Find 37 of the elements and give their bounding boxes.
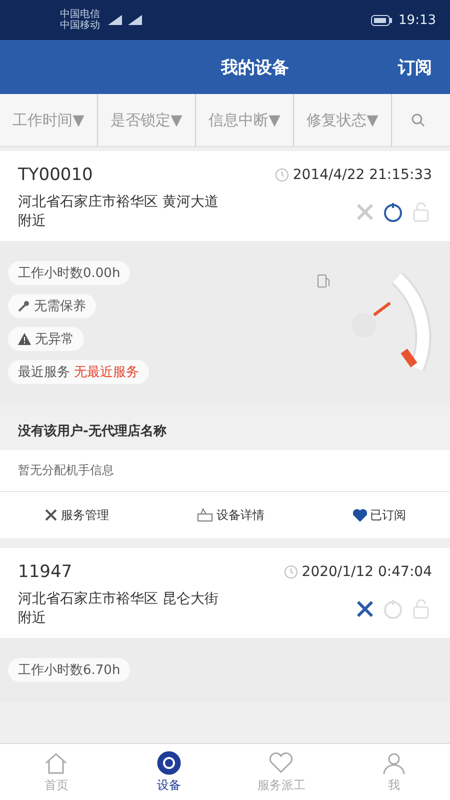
device-id: TY00010 bbox=[18, 165, 94, 185]
device-address: 河北省石家庄市裕华区 昆仑大街附近 bbox=[18, 590, 220, 628]
wrench-icon bbox=[18, 300, 30, 312]
page-title: 我的设备 bbox=[221, 56, 289, 78]
battery-icon bbox=[370, 14, 393, 26]
gear-icon bbox=[156, 750, 182, 774]
carrier-name: 中国电信 bbox=[60, 9, 100, 20]
tools-icon bbox=[44, 508, 58, 522]
device-card-header[interactable]: TY00010 2014/4/22 21:15:33 河北省石家庄市裕华区 黄河大道附近 bbox=[0, 151, 450, 241]
heart-icon bbox=[352, 508, 367, 522]
search-icon bbox=[411, 113, 425, 127]
alarm-text: 无异常 bbox=[35, 331, 74, 348]
home-icon bbox=[43, 750, 70, 774]
device-id: 11947 bbox=[18, 562, 74, 582]
service-value: 无最近服务 bbox=[74, 364, 139, 381]
operator-info: 暂无分配机手信息 bbox=[0, 450, 450, 492]
subscribe-button[interactable]: 订阅 bbox=[394, 52, 436, 82]
carrier-name: 中国移动 bbox=[60, 20, 100, 31]
device-time: 2020/1/12 0:47:04 bbox=[302, 564, 432, 580]
clock-icon bbox=[274, 168, 289, 182]
service-management-button[interactable]: 服务管理 bbox=[38, 492, 116, 538]
device-details-button[interactable]: 设备详情 bbox=[191, 492, 270, 538]
service-label: 最近服务 bbox=[18, 364, 70, 381]
warning-icon bbox=[18, 333, 31, 345]
subscribed-button[interactable]: 已订阅 bbox=[346, 492, 412, 538]
device-address: 河北省石家庄市裕华区 黄河大道附近 bbox=[18, 193, 220, 231]
device-time: 2014/4/22 21:15:33 bbox=[292, 167, 432, 183]
heart-icon bbox=[268, 750, 294, 774]
machine-icon bbox=[197, 508, 214, 522]
device-card-header[interactable]: 11947 2020/1/12 0:47:04 河北省石家庄市裕华区 昆仑大街附近 bbox=[0, 548, 450, 638]
nav-tab[interactable]: 设备 bbox=[112, 744, 225, 800]
working-hours-label: 工作小时数0.00h bbox=[8, 261, 130, 285]
clock-icon bbox=[284, 565, 298, 579]
working-hours-label: 工作小时数6.70h bbox=[8, 658, 130, 682]
maintenance-text: 无需保养 bbox=[34, 298, 86, 315]
status-time: 19:13 bbox=[398, 12, 436, 28]
user-icon bbox=[380, 750, 407, 774]
